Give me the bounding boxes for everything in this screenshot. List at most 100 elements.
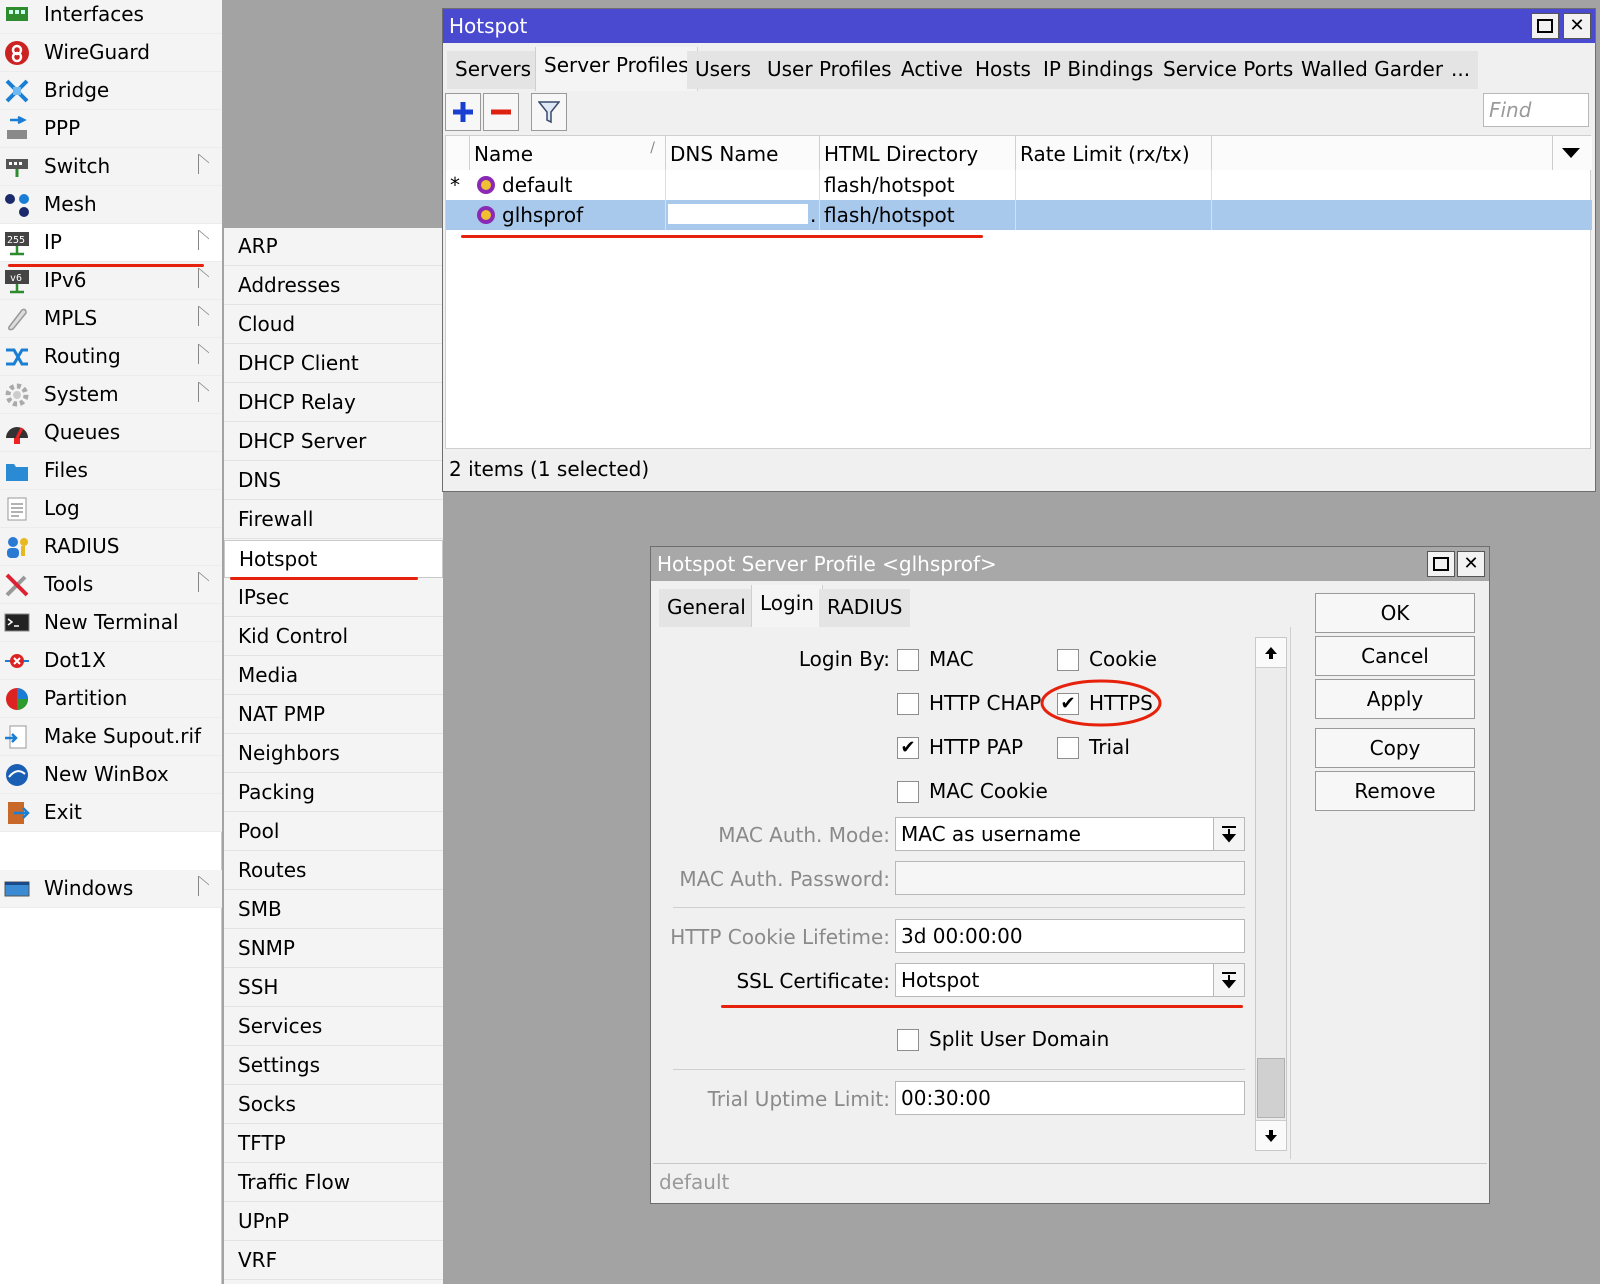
column-header-html-directory[interactable]: HTML Directory: [820, 136, 1016, 170]
submenu-item-traffic-flow[interactable]: Traffic Flow: [224, 1164, 443, 1202]
submenu-item-upnp[interactable]: UPnP: [224, 1203, 443, 1241]
menu-item-ipv6[interactable]: v6 IPv6: [0, 262, 222, 300]
submenu-item-arp[interactable]: ARP: [224, 228, 443, 266]
menu-item-ip[interactable]: 255 IP: [0, 224, 222, 262]
trial-uptime-limit-input[interactable]: 00:30:00: [895, 1081, 1245, 1115]
submenu-item-socks[interactable]: Socks: [224, 1086, 443, 1124]
mac-auth-mode-dropdown-button[interactable]: [1213, 817, 1245, 851]
menu-item-wireguard[interactable]: WireGuard: [0, 34, 222, 72]
mac-auth-mode-select[interactable]: MAC as username: [895, 817, 1215, 851]
copy-button[interactable]: Copy: [1315, 728, 1475, 768]
submenu-item-dhcp-client[interactable]: DHCP Client: [224, 345, 443, 383]
submenu-item-dhcp-server[interactable]: DHCP Server: [224, 423, 443, 461]
remove-button[interactable]: [483, 93, 519, 131]
column-header-rate-limit[interactable]: Rate Limit (rx/tx): [1016, 136, 1212, 170]
submenu-item-vrf[interactable]: VRF: [224, 1242, 443, 1280]
scroll-down-button[interactable]: [1256, 1120, 1286, 1150]
filter-button[interactable]: [531, 93, 567, 131]
mac-cookie-checkbox[interactable]: [897, 781, 919, 803]
tab-radius[interactable]: RADIUS: [819, 589, 911, 627]
mac-checkbox[interactable]: [897, 649, 919, 671]
menu-item-queues[interactable]: Queues: [0, 414, 222, 452]
close-icon[interactable]: ✕: [1457, 551, 1485, 577]
http-pap-checkbox[interactable]: ✔: [897, 737, 919, 759]
menu-item-new-terminal[interactable]: New Terminal: [0, 604, 222, 642]
submenu-item-snmp[interactable]: SNMP: [224, 930, 443, 968]
find-input[interactable]: Find: [1483, 93, 1589, 127]
maximize-icon[interactable]: [1531, 13, 1559, 39]
menu-item-interfaces[interactable]: Interfaces: [0, 0, 222, 34]
hotspot-titlebar[interactable]: Hotspot ✕: [443, 9, 1595, 43]
submenu-item-ssh[interactable]: SSH: [224, 969, 443, 1007]
tab-general[interactable]: General: [659, 589, 754, 627]
menu-item-tools[interactable]: Tools: [0, 566, 222, 604]
http-chap-checkbox[interactable]: [897, 693, 919, 715]
menu-item-ppp[interactable]: PPP: [0, 110, 222, 148]
menu-item-mesh[interactable]: Mesh: [0, 186, 222, 224]
mac-auth-password-input[interactable]: [895, 861, 1245, 895]
ssl-certificate-dropdown-button[interactable]: [1213, 963, 1245, 997]
scrollbar[interactable]: [1255, 637, 1287, 1151]
scroll-up-button[interactable]: [1256, 638, 1286, 668]
submenu-item-hotspot[interactable]: Hotspot: [224, 540, 443, 578]
tab-walled-garden[interactable]: Walled Garden: [1293, 51, 1456, 89]
tab-login[interactable]: Login: [751, 585, 823, 629]
tab-user-profiles[interactable]: User Profiles: [759, 51, 900, 89]
menu-item-partition[interactable]: Partition: [0, 680, 222, 718]
menu-item-routing[interactable]: Routing: [0, 338, 222, 376]
table-row-selected[interactable]: glhsprof . flash/hotspot: [446, 200, 1592, 230]
tab-service-ports[interactable]: Service Ports: [1155, 51, 1302, 89]
ssl-certificate-select[interactable]: Hotspot: [895, 963, 1215, 997]
cancel-button[interactable]: Cancel: [1315, 636, 1475, 676]
menu-item-log[interactable]: Log: [0, 490, 222, 528]
submenu-item-tftp[interactable]: TFTP: [224, 1125, 443, 1163]
submenu-item-services[interactable]: Services: [224, 1008, 443, 1046]
add-button[interactable]: [445, 93, 481, 131]
submenu-item-dns[interactable]: DNS: [224, 462, 443, 500]
menu-item-mpls[interactable]: MPLS: [0, 300, 222, 338]
column-header-name[interactable]: Name /: [470, 136, 666, 170]
menu-item-files[interactable]: Files: [0, 452, 222, 490]
menu-item-system[interactable]: System: [0, 376, 222, 414]
submenu-item-firewall[interactable]: Firewall: [224, 501, 443, 539]
tab-servers[interactable]: Servers: [447, 51, 540, 89]
menu-item-make-supout[interactable]: Make Supout.rif: [0, 718, 222, 756]
submenu-item-media[interactable]: Media: [224, 657, 443, 695]
columns-dropdown-button[interactable]: [1552, 136, 1588, 170]
column-header-dns-name[interactable]: DNS Name: [666, 136, 820, 170]
tab-hosts[interactable]: Hosts: [967, 51, 1039, 89]
submenu-item-smb[interactable]: SMB: [224, 891, 443, 929]
menu-item-bridge[interactable]: Bridge: [0, 72, 222, 110]
maximize-icon[interactable]: [1427, 551, 1455, 577]
menu-item-switch[interactable]: Switch: [0, 148, 222, 186]
apply-button[interactable]: Apply: [1315, 679, 1475, 719]
menu-item-radius[interactable]: RADIUS: [0, 528, 222, 566]
submenu-item-pool[interactable]: Pool: [224, 813, 443, 851]
submenu-item-packing[interactable]: Packing: [224, 774, 443, 812]
menu-item-exit[interactable]: Exit: [0, 794, 222, 832]
menu-item-dot1x[interactable]: Dot1X: [0, 642, 222, 680]
table-row[interactable]: * default flash/hotspot: [446, 170, 1592, 200]
submenu-item-routes[interactable]: Routes: [224, 852, 443, 890]
scroll-thumb[interactable]: [1257, 1058, 1285, 1118]
submenu-item-settings[interactable]: Settings: [224, 1047, 443, 1085]
tab-ip-bindings[interactable]: IP Bindings: [1035, 51, 1162, 89]
submenu-item-kid-control[interactable]: Kid Control: [224, 618, 443, 656]
tab-server-profiles[interactable]: Server Profiles: [535, 47, 698, 91]
tab-active[interactable]: Active: [893, 51, 971, 89]
cookie-checkbox[interactable]: [1057, 649, 1079, 671]
menu-item-windows[interactable]: Windows: [0, 870, 222, 908]
trial-checkbox[interactable]: [1057, 737, 1079, 759]
menu-item-new-winbox[interactable]: New WinBox: [0, 756, 222, 794]
tab-users[interactable]: Users: [687, 51, 760, 89]
submenu-item-ipsec[interactable]: IPsec: [224, 579, 443, 617]
submenu-item-addresses[interactable]: Addresses: [224, 267, 443, 305]
remove-button[interactable]: Remove: [1315, 771, 1475, 811]
ok-button[interactable]: OK: [1315, 593, 1475, 633]
close-icon[interactable]: ✕: [1563, 13, 1591, 39]
dialog-titlebar[interactable]: Hotspot Server Profile <glhsprof> ✕: [651, 547, 1489, 581]
submenu-item-cloud[interactable]: Cloud: [224, 306, 443, 344]
submenu-item-neighbors[interactable]: Neighbors: [224, 735, 443, 773]
submenu-item-dhcp-relay[interactable]: DHCP Relay: [224, 384, 443, 422]
http-cookie-lifetime-input[interactable]: 3d 00:00:00: [895, 919, 1245, 953]
